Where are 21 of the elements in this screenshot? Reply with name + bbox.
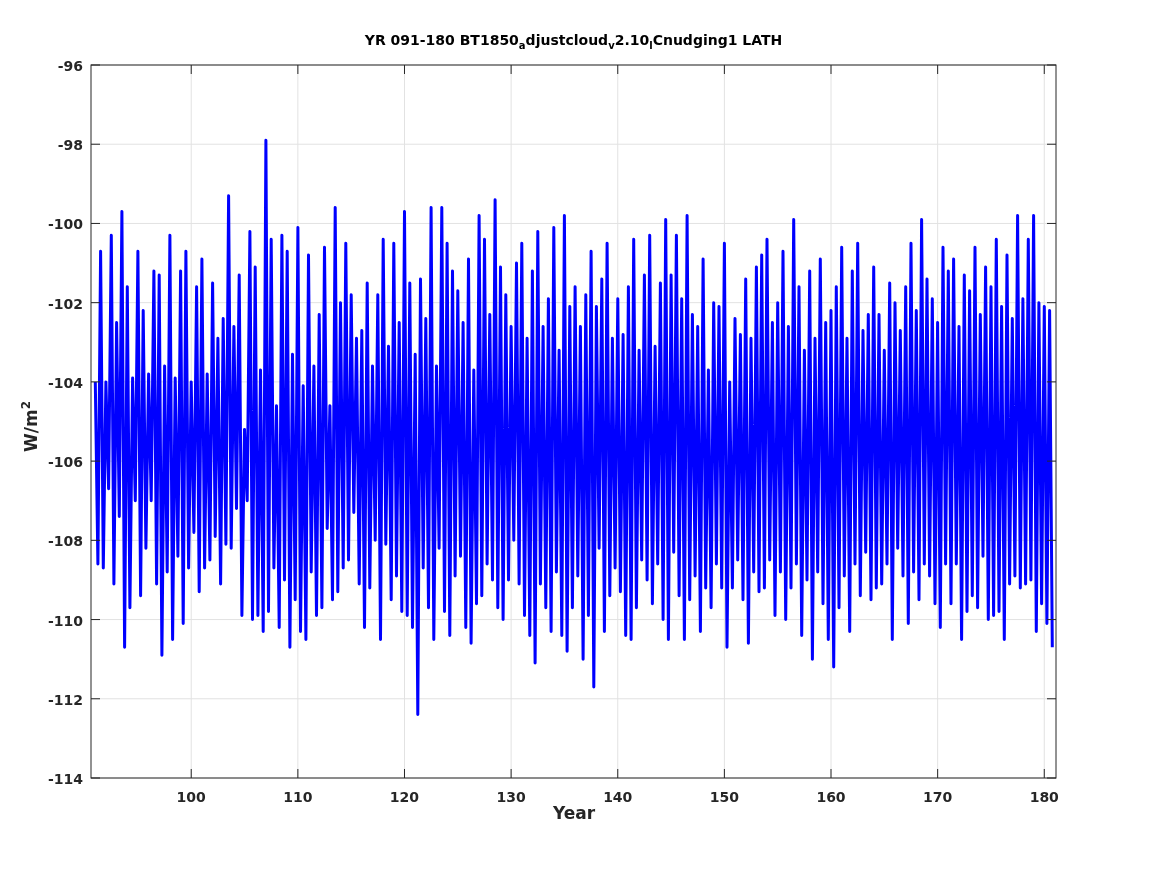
x-tick-label: 130 bbox=[496, 789, 526, 805]
y-tick-label: -98 bbox=[57, 137, 83, 154]
x-axis-label: Year bbox=[553, 803, 596, 823]
y-tick-label: -110 bbox=[47, 612, 83, 629]
x-tick-label: 110 bbox=[283, 789, 313, 805]
x-tick-label: 160 bbox=[816, 789, 846, 805]
chart-title: YR 091-180 BT1850$_{a}$djustcloud$_{v}$2.10$_{l}$Cnudging1 LATH bbox=[363, 32, 784, 51]
x-tick-label: 180 bbox=[1029, 789, 1059, 805]
x-tick-label: 170 bbox=[923, 789, 953, 805]
y-tick-label: -102 bbox=[47, 295, 83, 312]
y-tick-label: -114 bbox=[47, 771, 83, 787]
y-tick-label: -106 bbox=[47, 454, 83, 471]
y-tick-label: -100 bbox=[47, 216, 83, 233]
x-tick-label: 150 bbox=[709, 789, 739, 805]
x-tick-label: 140 bbox=[603, 789, 633, 805]
y-tick-label: -112 bbox=[47, 691, 83, 708]
y-tick-label: -96 bbox=[57, 58, 83, 74]
y-tick-label: -108 bbox=[47, 533, 83, 550]
x-tick-label: 100 bbox=[176, 789, 206, 805]
y-tick-label: -104 bbox=[47, 374, 83, 391]
x-tick-label: 120 bbox=[389, 789, 420, 805]
